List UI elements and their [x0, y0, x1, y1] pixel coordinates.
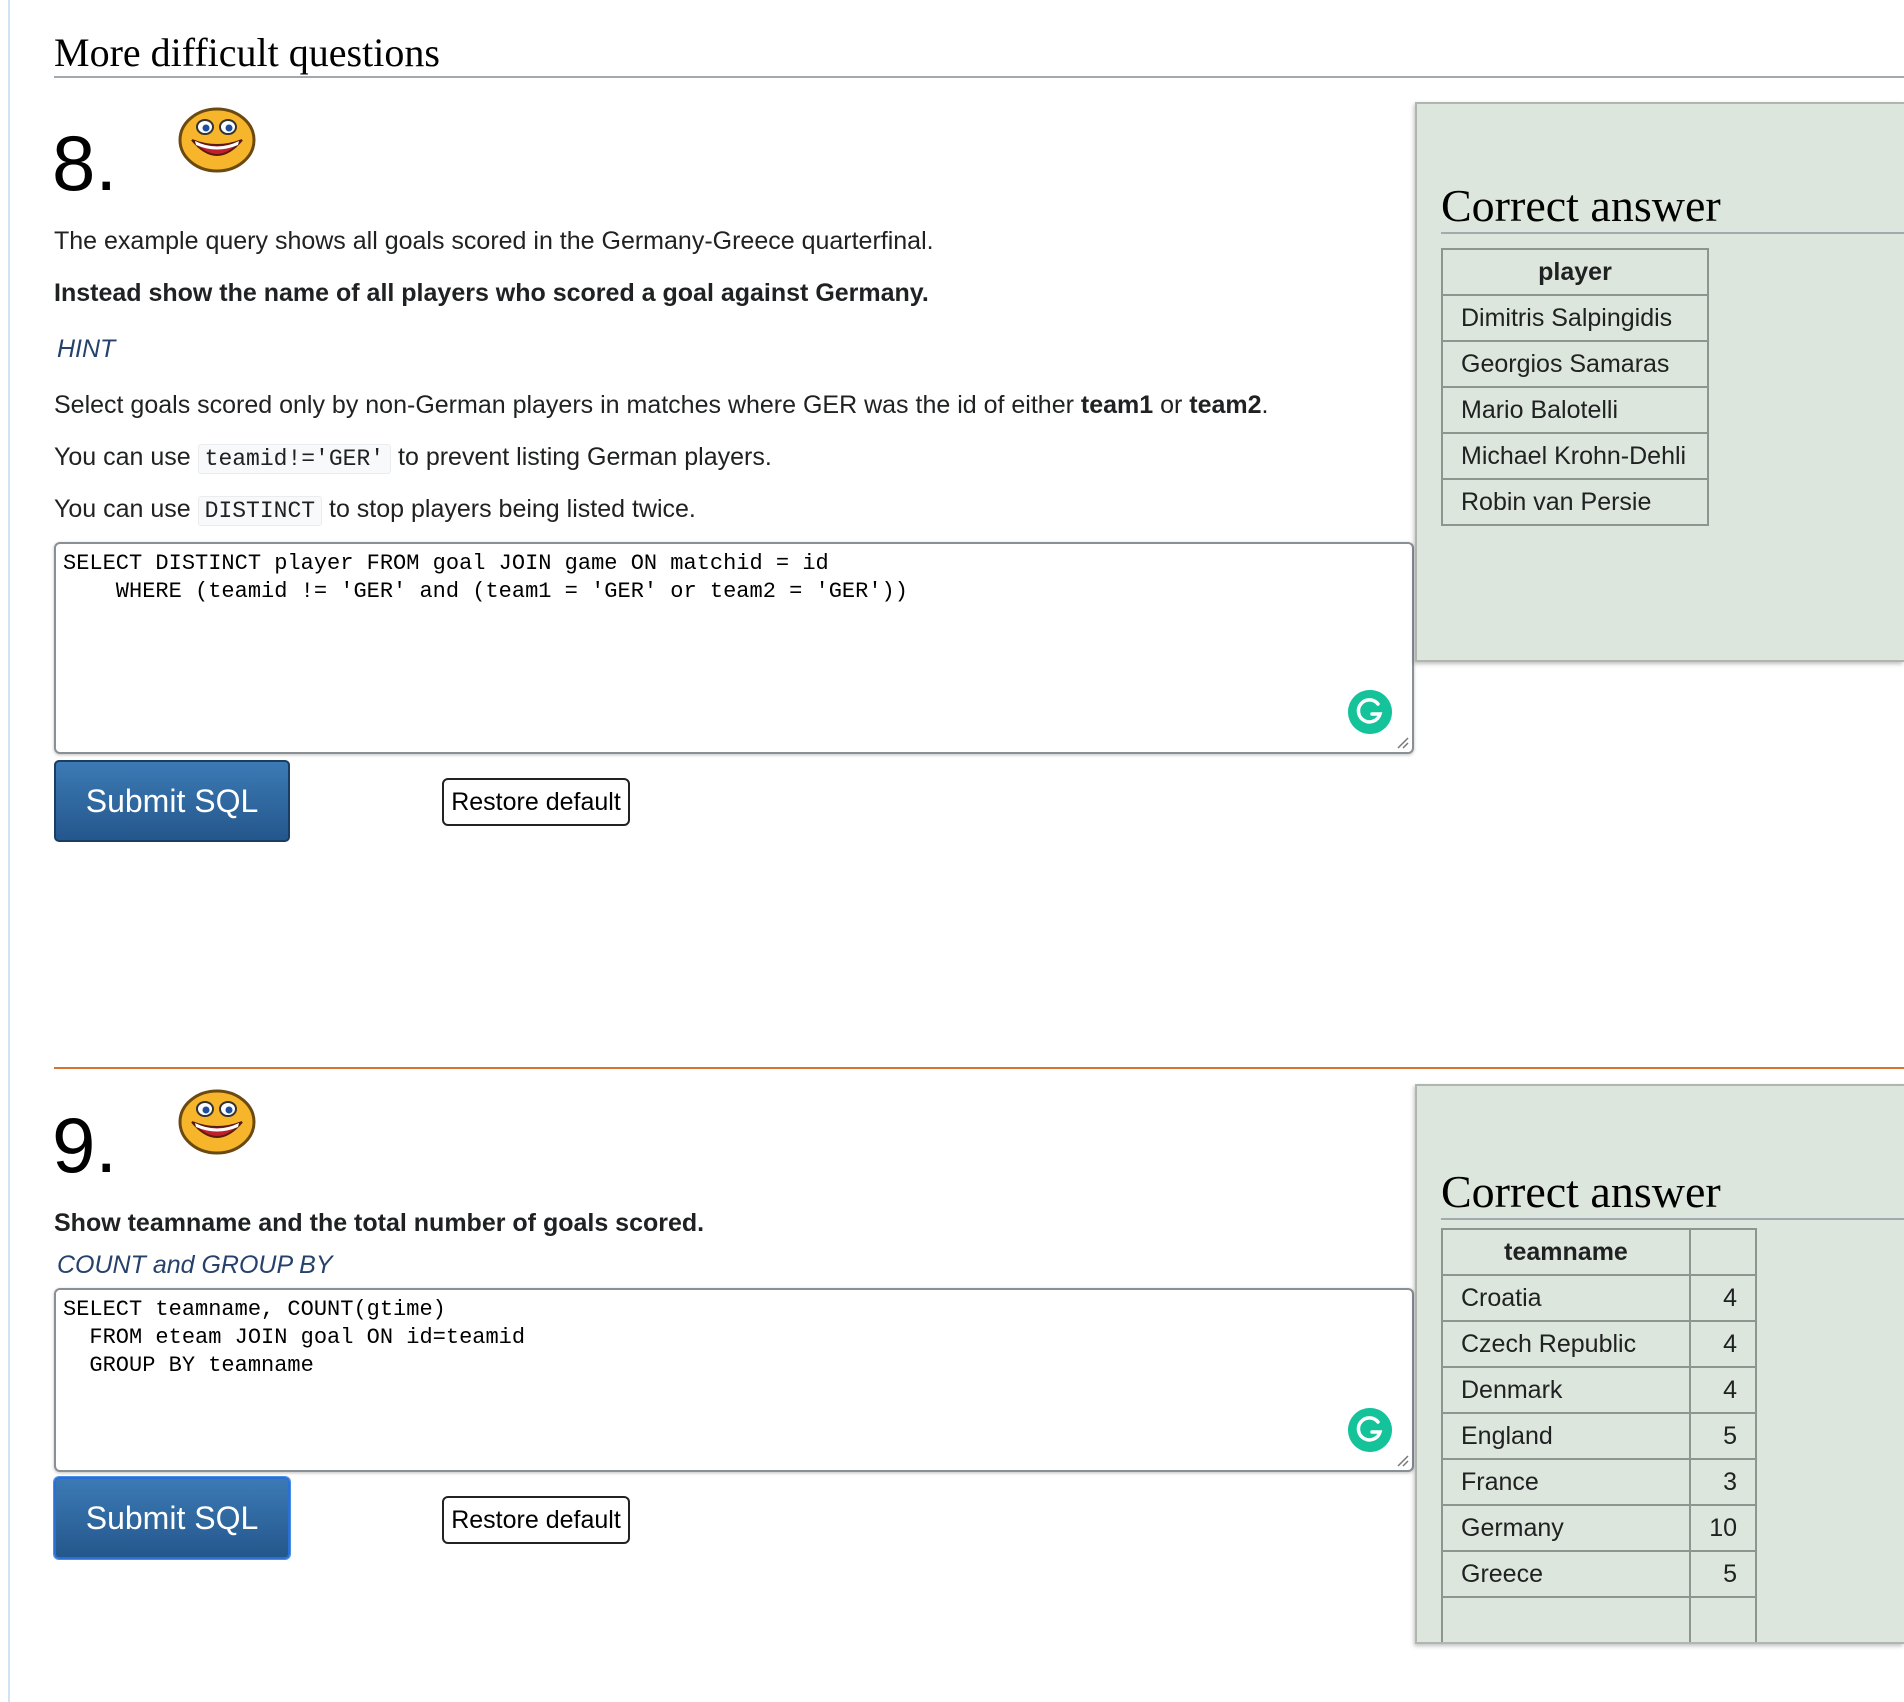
table-row: Denmark 4: [1441, 1366, 1757, 1414]
grammarly-icon[interactable]: [1348, 1408, 1392, 1452]
submit-sql-button-q8[interactable]: Submit SQL: [54, 760, 290, 842]
resize-handle-icon[interactable]: [1395, 735, 1409, 749]
table-row: Georgios Samaras: [1441, 340, 1709, 388]
table-row: Dimitris Salpingidis: [1441, 294, 1709, 342]
table-row: France 3: [1441, 1458, 1757, 1506]
question-number-9: 9.: [52, 1101, 118, 1189]
question-8-intro: The example query shows all goals scored…: [54, 227, 934, 255]
column-header-player: player: [1441, 248, 1709, 296]
correct-answer-title: Correct answer: [1441, 178, 1904, 234]
sql-editor-q9[interactable]: SELECT teamname, COUNT(gtime) FROM eteam…: [54, 1288, 1414, 1472]
grammarly-icon[interactable]: [1348, 690, 1392, 734]
hint-toggle[interactable]: HINT: [57, 332, 115, 366]
answer-table-q8: player Dimitris Salpingidis Georgios Sam…: [1441, 248, 1709, 526]
hint-toggle[interactable]: COUNT and GROUP BY: [57, 1248, 333, 1282]
table-row: Robin van Persie: [1441, 478, 1709, 526]
table-row: Germany 10: [1441, 1504, 1757, 1552]
answer-table-q9: teamname Croatia 4 Czech Republic 4 Denmar…: [1441, 1228, 1757, 1642]
resize-handle-icon[interactable]: [1395, 1453, 1409, 1467]
table-row: Croatia 4: [1441, 1274, 1757, 1322]
hint-line-2: You can use teamid!='GER' to prevent lis…: [54, 443, 772, 474]
table-row: England 5: [1441, 1412, 1757, 1460]
question-divider: [54, 1067, 1904, 1069]
column-header-teamname: teamname: [1441, 1228, 1691, 1276]
table-row: [1441, 1596, 1757, 1642]
code-distinct: DISTINCT: [197, 496, 323, 526]
sql-text-q9[interactable]: SELECT teamname, COUNT(gtime) FROM eteam…: [56, 1290, 1412, 1386]
table-row: Mario Balotelli: [1441, 386, 1709, 434]
section-title: More difficult questions: [54, 28, 1904, 78]
restore-default-button-q9[interactable]: Restore default: [442, 1496, 630, 1544]
column-header-count: [1689, 1228, 1757, 1276]
table-row: Michael Krohn-Dehli: [1441, 432, 1709, 480]
restore-default-button-q8[interactable]: Restore default: [442, 778, 630, 826]
page-left-border: [8, 0, 10, 1702]
table-row: Czech Republic 4: [1441, 1320, 1757, 1368]
hint-line-3: You can use DISTINCT to stop players bei…: [54, 495, 696, 526]
sql-text-q8[interactable]: SELECT DISTINCT player FROM goal JOIN ga…: [56, 544, 1412, 612]
sql-editor-q8[interactable]: SELECT DISTINCT player FROM goal JOIN ga…: [54, 542, 1414, 754]
question-9-task: Show teamname and the total number of go…: [54, 1209, 705, 1237]
question-number-8: 8.: [52, 119, 118, 207]
hint-line-1: Select goals scored only by non-German p…: [54, 391, 1269, 419]
smiley-face-icon: [178, 1089, 256, 1155]
question-8-task: Instead show the name of all players who…: [54, 279, 929, 307]
correct-answer-panel-q9: Correct answer teamname Croatia 4 Czech R…: [1415, 1084, 1904, 1644]
smiley-face-icon: [178, 107, 256, 173]
correct-answer-title: Correct answer: [1441, 1164, 1904, 1220]
submit-sql-button-q9[interactable]: Submit SQL: [54, 1477, 290, 1559]
code-teamid: teamid!='GER': [197, 444, 392, 474]
table-row: Greece 5: [1441, 1550, 1757, 1598]
correct-answer-panel-q8: Correct answer player Dimitris Salpingid…: [1415, 102, 1904, 662]
